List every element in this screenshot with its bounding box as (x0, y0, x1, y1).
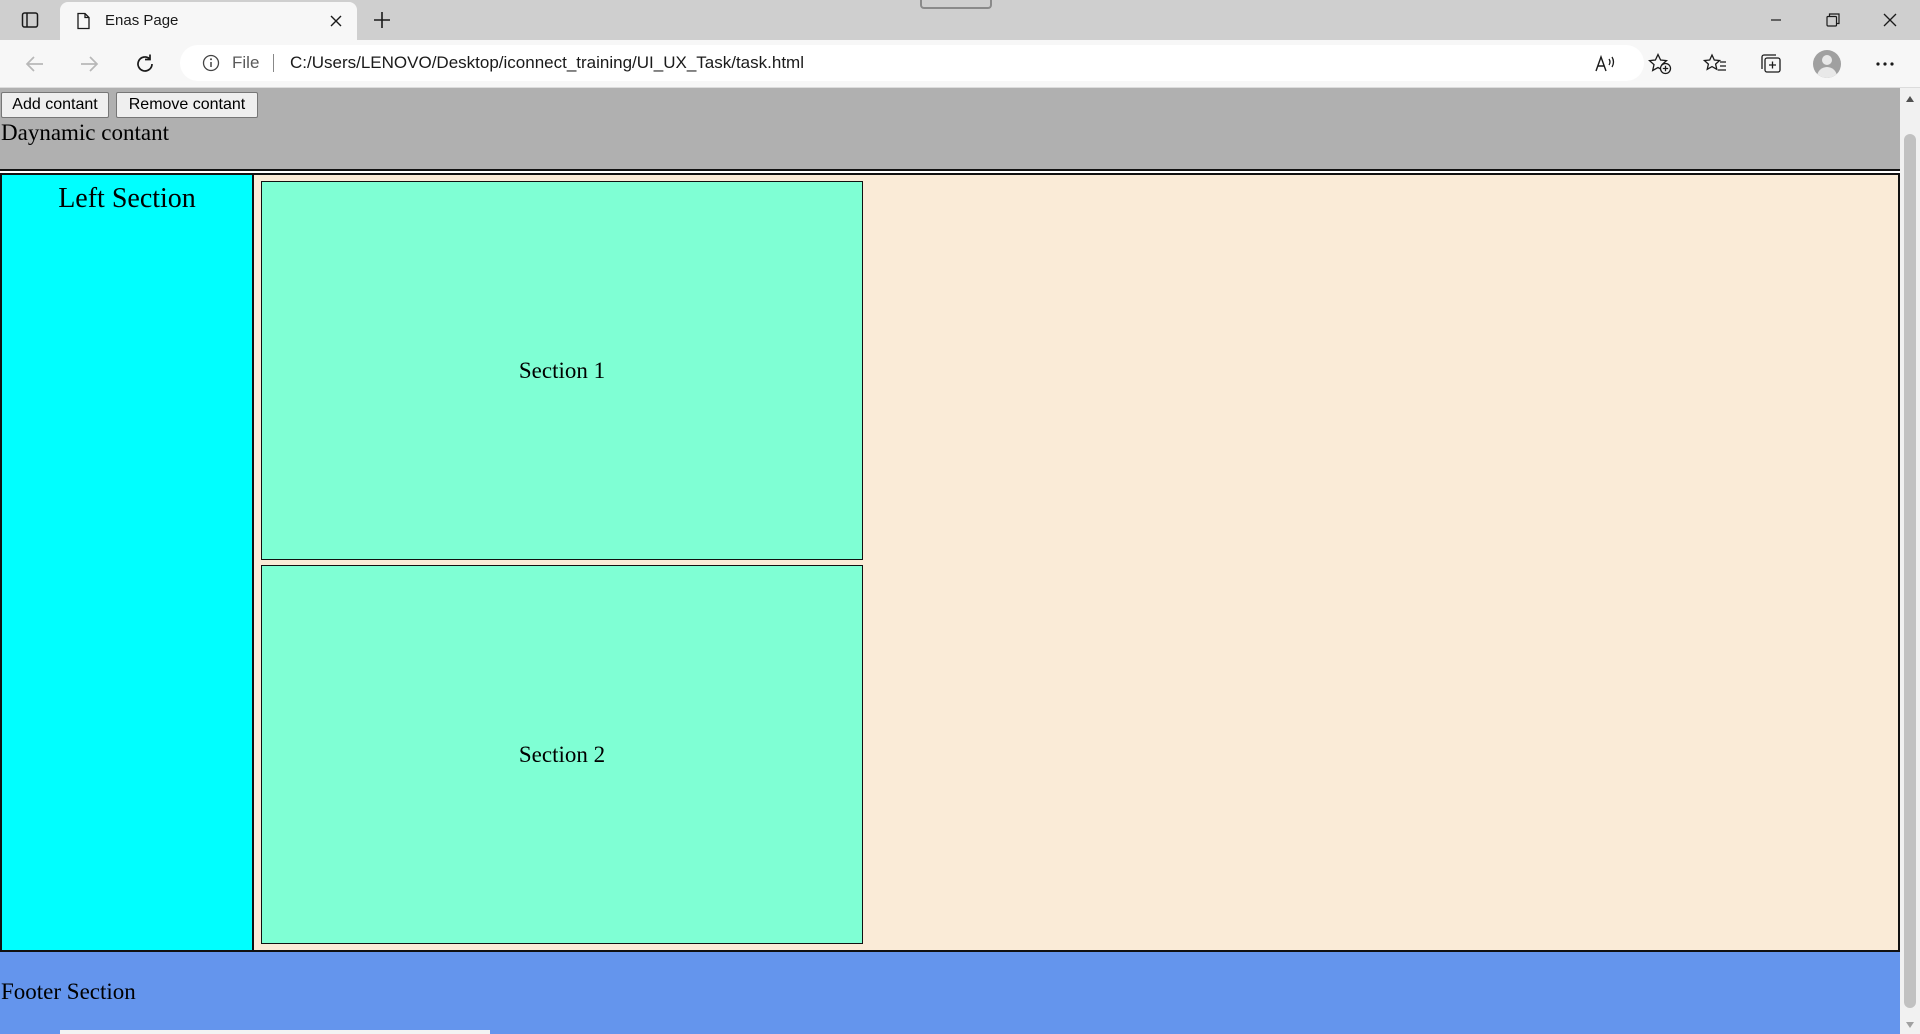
minimize-button[interactable] (1748, 0, 1804, 40)
plus-icon (374, 12, 390, 28)
window-close-button[interactable] (1862, 0, 1918, 40)
file-scheme-label: File (232, 53, 260, 72)
add-favorite-icon (1648, 53, 1672, 75)
collections-button[interactable] (1755, 48, 1787, 80)
favorites-button[interactable] (1699, 48, 1731, 80)
dynamic-content-text: Daynamic contant (1, 120, 169, 145)
tab-actions-icon (21, 12, 39, 28)
read-aloud-icon (1595, 54, 1615, 72)
favorites-icon (1703, 53, 1726, 71)
more-icon (1876, 62, 1894, 66)
scroll-down-arrow[interactable] (1906, 1022, 1914, 1028)
scroll-up-arrow[interactable] (1906, 96, 1914, 102)
url-text[interactable]: C:/Users/LENOVO/Desktop/iconnect_trainin… (290, 53, 804, 73)
back-button[interactable] (19, 48, 51, 80)
section-2-label: Section 2 (518, 741, 606, 767)
restore-icon (1826, 13, 1840, 27)
restore-button[interactable] (1805, 0, 1861, 40)
page-header: Add contant Remove contant Daynamic cont… (0, 88, 1900, 171)
scrollbar-thumb[interactable] (1904, 134, 1916, 1008)
avatar-shoulders (1817, 67, 1837, 78)
vertical-scrollbar[interactable] (1900, 88, 1920, 1034)
remove-content-button[interactable]: Remove contant (116, 92, 258, 118)
new-tab-button[interactable] (368, 6, 396, 34)
tab-strip: Enas Page (0, 0, 1920, 40)
section-1-label: Section 1 (518, 357, 606, 383)
section-2: Section 2 (261, 565, 863, 944)
address-separator (273, 54, 274, 72)
tab-actions-button[interactable] (18, 8, 42, 32)
window-drag-handle[interactable] (920, 0, 992, 9)
section-1: Section 1 (261, 181, 863, 560)
tab-title: Enas Page (105, 12, 179, 29)
left-section: Left Section (2, 175, 254, 950)
tab-close-button[interactable] (327, 12, 345, 30)
browser-tab[interactable]: Enas Page (60, 2, 357, 40)
horizontal-scroll-indicator[interactable] (60, 1030, 490, 1034)
forward-arrow-icon (81, 56, 99, 72)
add-favorite-button[interactable] (1648, 52, 1672, 76)
add-content-button[interactable]: Add contant (1, 92, 109, 118)
left-section-title: Left Section (58, 183, 196, 214)
info-icon[interactable] (202, 54, 220, 72)
more-button[interactable] (1869, 48, 1901, 80)
collections-icon (1761, 54, 1781, 73)
browser-toolbar: File C:/Users/LENOVO/Desktop/iconnect_tr… (0, 40, 1920, 88)
page-icon (77, 12, 90, 30)
read-aloud-button[interactable] (1594, 52, 1618, 76)
footer-text: Footer Section (1, 979, 136, 1004)
main-container: Left Section Section 1 Section 2 (0, 173, 1900, 952)
close-icon (1883, 13, 1897, 27)
back-arrow-icon (25, 56, 43, 72)
forward-button[interactable] (73, 48, 105, 80)
minimize-icon (1771, 19, 1781, 21)
refresh-icon (137, 54, 153, 72)
profile-avatar[interactable] (1813, 50, 1841, 78)
close-icon (330, 15, 342, 27)
refresh-button[interactable] (129, 48, 161, 80)
avatar-head (1822, 55, 1832, 65)
page-viewport: Add contant Remove contant Daynamic cont… (0, 88, 1900, 1034)
footer-section: Footer Section (0, 952, 1900, 1034)
address-bar[interactable]: File C:/Users/LENOVO/Desktop/iconnect_tr… (180, 45, 1672, 81)
